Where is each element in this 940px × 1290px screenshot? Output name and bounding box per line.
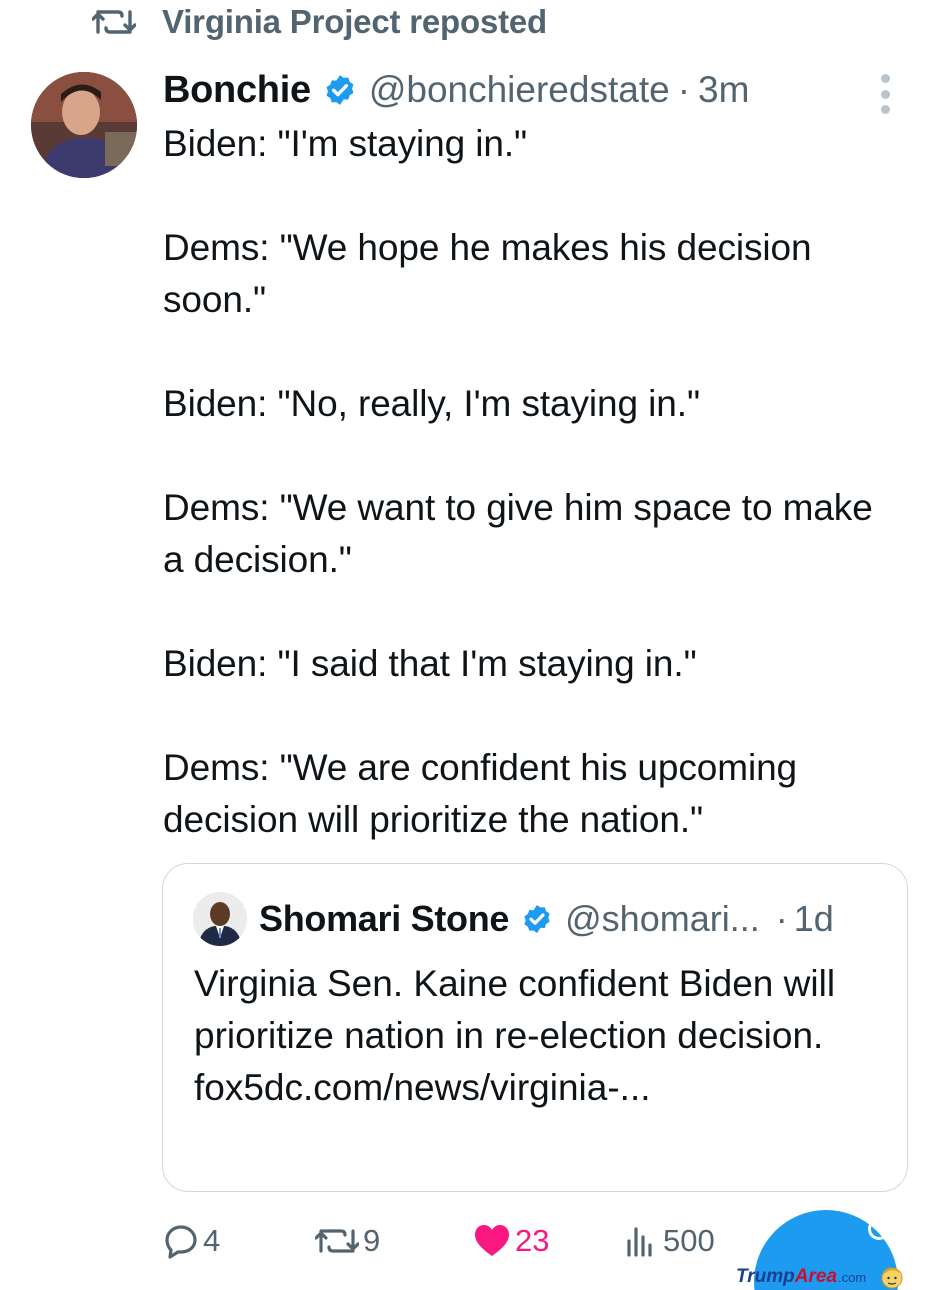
tweet-paragraph: Biden: "I said that I'm staying in." — [163, 643, 697, 684]
compose-icon — [868, 1218, 890, 1240]
quoted-author-name[interactable]: Shomari Stone — [259, 898, 509, 940]
reply-icon — [165, 1225, 197, 1259]
meta-separator: · — [775, 898, 788, 939]
tweet-time[interactable]: 3m — [698, 69, 749, 111]
tweet-paragraph: Dems: "We hope he makes his decision soo… — [163, 227, 812, 320]
repost-label[interactable]: Virginia Project reposted — [162, 3, 547, 41]
watermark-com: .com — [838, 1269, 867, 1285]
watermark-trump: Trump — [736, 1266, 795, 1287]
like-button[interactable]: 23 — [473, 1216, 549, 1266]
quoted-tweet-time[interactable]: 1d — [794, 898, 834, 940]
repost-count: 9 — [363, 1223, 381, 1258]
author-name[interactable]: Bonchie — [163, 69, 311, 112]
repost-button[interactable]: 9 — [315, 1216, 380, 1266]
repost-icon — [92, 10, 136, 34]
author-row: Bonchie @bonchieredstate · 3m — [163, 66, 749, 114]
tweet-screenshot: Virginia Project reposted Bonchie @bonch… — [0, 0, 940, 1290]
quoted-tweet-text: Virginia Sen. Kaine confident Biden will… — [194, 958, 884, 1114]
tweet-text: Biden: "I'm staying in." Dems: "We hope … — [163, 118, 903, 846]
reply-button[interactable]: 4 — [163, 1216, 220, 1266]
quoted-tweet-body: Virginia Sen. Kaine confident Biden will… — [194, 963, 836, 1056]
verified-badge-icon — [524, 905, 550, 933]
tweet-paragraph: Biden: "I'm staying in." — [163, 123, 528, 164]
quoted-avatar-image — [193, 892, 247, 946]
watermark-logo-icon — [881, 1267, 903, 1289]
tweet-paragraph: Biden: "No, really, I'm staying in." — [163, 383, 700, 424]
more-options-icon[interactable] — [870, 74, 900, 114]
repost-header: Virginia Project reposted — [92, 2, 547, 42]
verified-badge-icon — [326, 75, 354, 105]
meta-separator: · — [677, 69, 691, 110]
views-button[interactable]: 500 — [623, 1216, 715, 1266]
author-avatar[interactable] — [31, 72, 137, 178]
quoted-tweet-link[interactable]: fox5dc.com/news/virginia-... — [194, 1062, 884, 1114]
watermark-area: Area — [794, 1266, 838, 1287]
repost-icon — [315, 1229, 359, 1253]
quoted-author-avatar[interactable] — [193, 892, 247, 946]
site-watermark: Trump Area .com — [736, 1262, 904, 1290]
reply-count: 4 — [203, 1223, 221, 1258]
tweet-paragraph: Dems: "We want to give him space to make… — [163, 487, 873, 580]
tweet-paragraph: Dems: "We are confident his upcoming dec… — [163, 747, 798, 840]
quoted-author-handle[interactable]: @shomari... — [565, 898, 760, 940]
view-count: 500 — [663, 1223, 715, 1258]
like-count: 23 — [515, 1223, 550, 1258]
quoted-tweet-card[interactable]: Shomari Stone @shomari... · 1d Virginia … — [162, 863, 908, 1192]
avatar-image — [31, 72, 137, 178]
heart-icon — [475, 1225, 509, 1256]
quoted-author-row: Shomari Stone @shomari... · 1d — [259, 896, 834, 942]
views-icon — [627, 1227, 652, 1257]
author-handle[interactable]: @bonchieredstate — [369, 69, 670, 111]
